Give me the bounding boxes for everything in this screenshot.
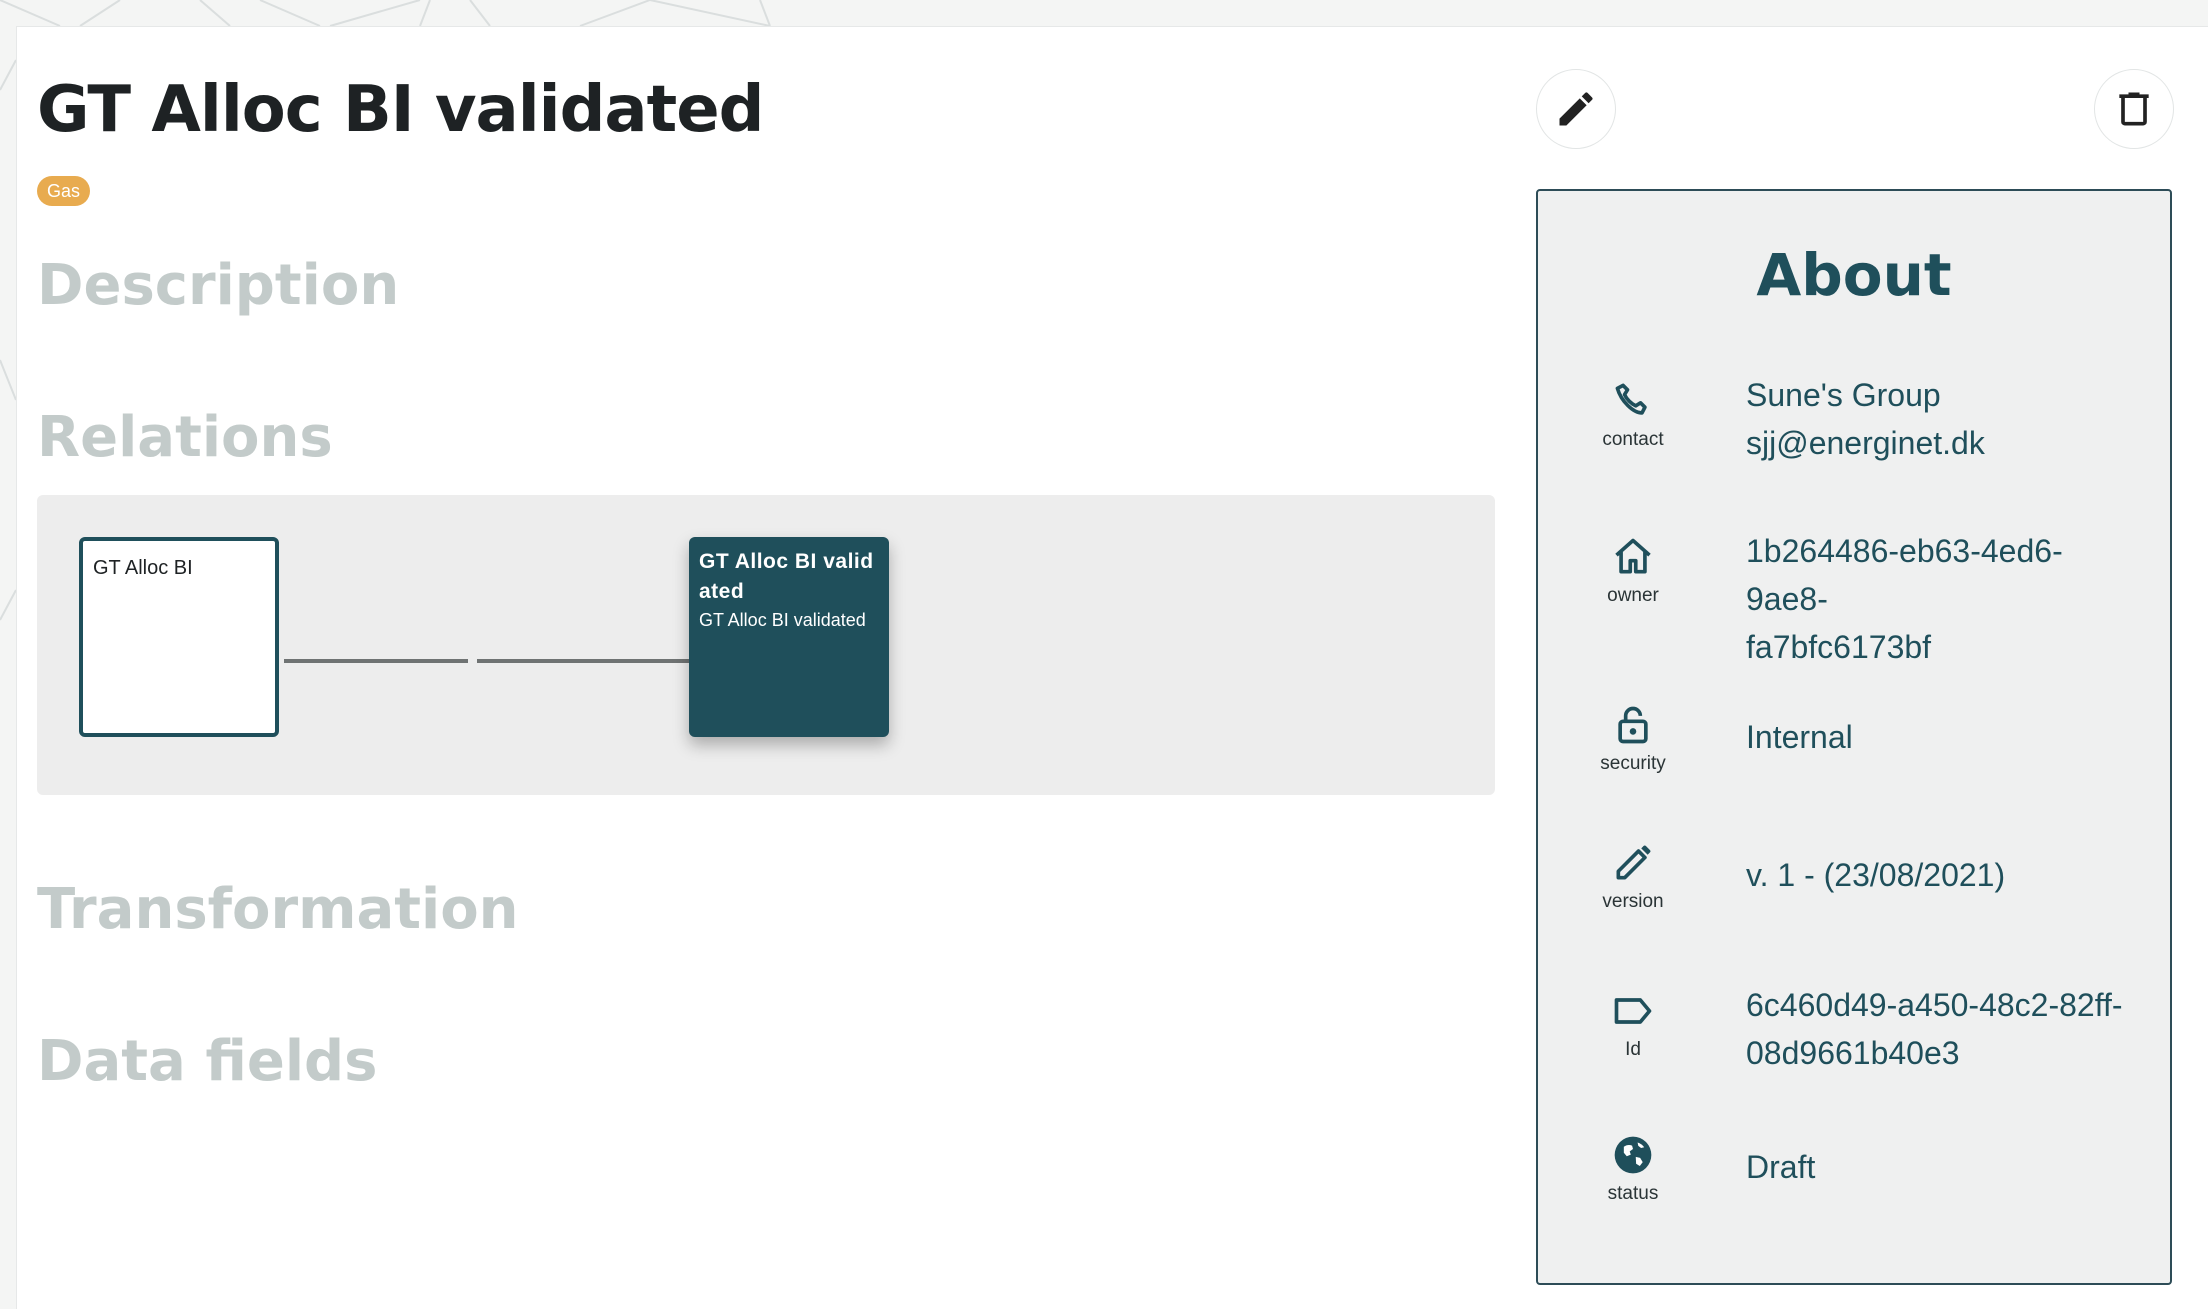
security-value: Internal — [1746, 719, 1853, 755]
version-value: v. 1 - (23/08/2021) — [1746, 857, 2006, 893]
status-label: status — [1607, 1183, 1659, 1204]
globe-icon — [1614, 1136, 1652, 1174]
section-transformation[interactable]: Transformation — [37, 877, 519, 942]
id-line1: 6c460d49-a450-48c2-82ff- — [1746, 987, 2123, 1023]
contact-label: contact — [1602, 429, 1664, 450]
tag-icon — [1614, 998, 1652, 1024]
owner-id-line2: fa7bfc6173bf — [1746, 629, 1932, 665]
id-label: Id — [1625, 1039, 1641, 1060]
delete-button[interactable] — [2094, 69, 2174, 149]
lineage-graph[interactable]: GT Alloc BI GT Alloc BI validated GT All… — [37, 495, 1495, 795]
source-node-label: GT Alloc BI — [93, 557, 193, 579]
target-node-subtitle: GT Alloc BI validated — [699, 610, 866, 630]
page-title: GT Alloc BI validated — [37, 73, 764, 147]
domain-tag[interactable]: Gas — [37, 176, 91, 206]
about-panel: About contact Sune's Group sjj@energinet… — [1536, 189, 2172, 1285]
section-description[interactable]: Description — [37, 253, 399, 318]
target-node[interactable]: GT Alloc BI validated GT Alloc BI valida… — [689, 537, 889, 737]
contact-group: Sune's Group — [1746, 377, 1941, 413]
home-icon — [1615, 538, 1651, 574]
pencil-icon — [1616, 845, 1651, 880]
owner-id-line1: 1b264486-eb63-4ed6-9ae8- — [1746, 533, 2063, 617]
version-label: version — [1602, 891, 1664, 912]
dataset-detail-card: GT Alloc BI validated Gas Description Re… — [16, 26, 2208, 1309]
target-node-title: GT Alloc BI validated — [699, 550, 874, 603]
owner-label: owner — [1607, 585, 1659, 606]
edit-button[interactable] — [1536, 69, 1616, 149]
edge-line-right — [477, 659, 689, 663]
pencil-icon — [1559, 92, 1593, 126]
section-data-fields[interactable]: Data fields — [37, 1029, 377, 1094]
lock-open-icon — [1618, 706, 1648, 744]
edge-line-left — [284, 659, 468, 663]
phone-icon — [1615, 383, 1647, 415]
status-value: Draft — [1746, 1149, 1816, 1185]
contact-email[interactable]: sjj@energinet.dk — [1746, 419, 1985, 467]
source-node[interactable]: GT Alloc BI — [79, 537, 279, 737]
about-title: About — [1756, 241, 1952, 309]
trash-icon — [2119, 92, 2149, 126]
id-line2: 08d9661b40e3 — [1746, 1035, 1960, 1071]
section-relations[interactable]: Relations — [37, 405, 333, 470]
security-label: security — [1600, 753, 1666, 774]
